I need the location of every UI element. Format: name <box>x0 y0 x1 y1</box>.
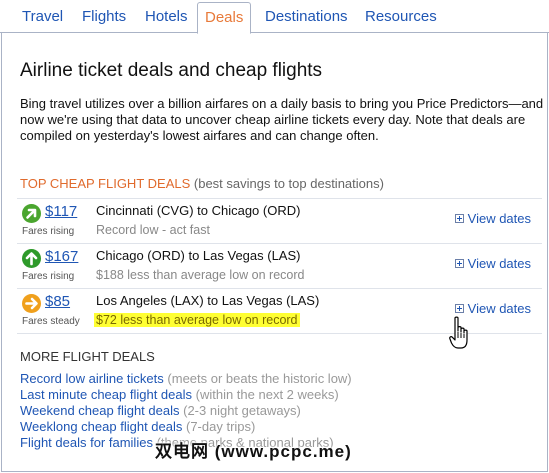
top-deals-heading: TOP CHEAP FLIGHT DEALS (best savings to … <box>20 176 384 191</box>
deal-price-link[interactable]: $117 <box>45 203 77 220</box>
deal-route: Cincinnati (CVG) to Chicago (ORD) <box>96 203 301 218</box>
deal-route: Chicago (ORD) to Las Vegas (LAS) <box>96 248 301 263</box>
more-deal-link[interactable]: Weeklong cheap flight deals <box>20 419 182 434</box>
expand-icon <box>454 304 464 313</box>
deal-row: $167 Fares rising Chicago (ORD) to Las V… <box>17 244 542 288</box>
more-deal-link[interactable]: Flight deals for families <box>20 435 153 450</box>
deal-row: $117 Fares rising Cincinnati (CVG) to Ch… <box>17 199 542 243</box>
fare-trend: Fares steady <box>22 316 80 327</box>
more-deal-desc: (7-day trips) <box>186 419 256 434</box>
tab-resources[interactable]: Resources <box>365 8 437 25</box>
view-dates-link[interactable]: View dates <box>454 301 531 316</box>
tab-destinations[interactable]: Destinations <box>265 8 348 25</box>
list-item: Weekend cheap flight deals (2-3 night ge… <box>20 403 352 419</box>
tab-deals[interactable]: Deals <box>197 2 252 34</box>
more-deal-link[interactable]: Weekend cheap flight deals <box>20 403 179 418</box>
deal-note: $188 less than average low on record <box>96 268 305 282</box>
expand-icon <box>454 259 464 268</box>
more-deal-link[interactable]: Last minute cheap flight deals <box>20 387 192 402</box>
view-dates-label: View dates <box>467 301 531 316</box>
more-deal-desc: (2-3 night getaways) <box>183 403 301 418</box>
deal-route: Los Angeles (LAX) to Las Vegas (LAS) <box>96 293 320 308</box>
tab-flights[interactable]: Flights <box>82 8 126 25</box>
deal-price-link[interactable]: $85 <box>45 293 70 310</box>
top-deals-title: TOP CHEAP FLIGHT DEALS <box>20 176 191 191</box>
arrow-right-icon <box>22 294 41 313</box>
deal-price-link[interactable]: $167 <box>45 248 78 265</box>
view-dates-link[interactable]: View dates <box>454 211 531 226</box>
intro-text: Bing travel utilizes over a billion airf… <box>20 96 544 143</box>
view-dates-label: View dates <box>467 256 531 271</box>
tab-hotels[interactable]: Hotels <box>145 8 188 25</box>
more-deals-title: MORE FLIGHT DEALS <box>20 349 155 364</box>
deal-note-highlighted: $72 less than average low on record <box>94 313 300 327</box>
top-deals-subtitle: (best savings to top destinations) <box>193 176 384 191</box>
watermark: 双电网 (www.pcpc.me) <box>155 442 352 461</box>
fare-trend: Fares rising <box>22 271 75 282</box>
hand-cursor-icon <box>449 316 473 352</box>
tab-bar: Travel Flights Hotels Deals Destinations… <box>0 0 549 34</box>
arrow-up-right-icon <box>22 204 41 223</box>
more-deal-desc: (within the next 2 weeks) <box>195 387 339 402</box>
view-dates-link[interactable]: View dates <box>454 256 531 271</box>
tab-travel[interactable]: Travel <box>22 8 63 25</box>
list-item: Last minute cheap flight deals (within t… <box>20 387 352 403</box>
arrow-up-icon <box>22 249 41 268</box>
list-item: Weeklong cheap flight deals (7-day trips… <box>20 419 352 435</box>
list-item: Record low airline tickets (meets or bea… <box>20 371 352 387</box>
more-deal-link[interactable]: Record low airline tickets <box>20 371 164 386</box>
view-dates-label: View dates <box>467 211 531 226</box>
more-deal-desc: (meets or beats the historic low) <box>167 371 352 386</box>
expand-icon <box>454 214 464 223</box>
deal-note: Record low - act fast <box>96 223 210 237</box>
page-title: Airline ticket deals and cheap flights <box>20 60 323 81</box>
fare-trend: Fares rising <box>22 226 75 237</box>
